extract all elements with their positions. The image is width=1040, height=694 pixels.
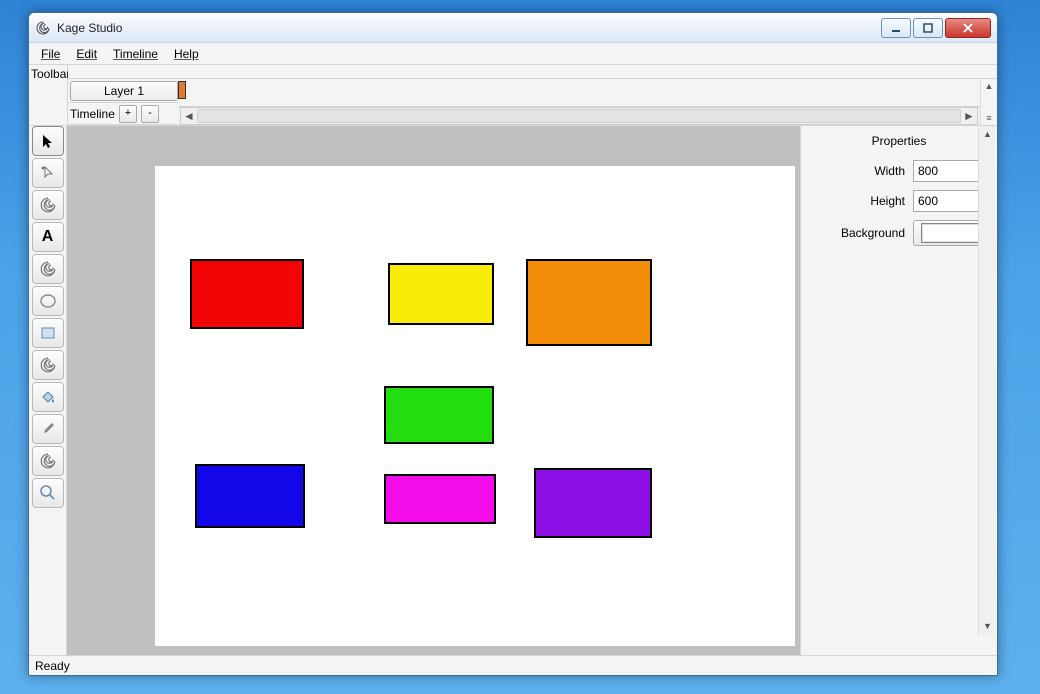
scroll-down-icon[interactable]: ▼ [979, 618, 996, 635]
shape-rectangle[interactable] [384, 386, 494, 444]
layer-row [68, 65, 997, 79]
titlebar: Kage Studio [29, 13, 997, 43]
shape-rectangle[interactable] [534, 468, 652, 538]
scroll-grip-icon[interactable]: ≡ [986, 113, 991, 123]
menu-edit[interactable]: Edit [70, 45, 103, 63]
timeline-remove-button[interactable]: - [141, 105, 159, 123]
app-window: Kage Studio File Edit Timeline Help Tool… [28, 12, 998, 676]
shape-rectangle[interactable] [190, 259, 304, 329]
timeline-add-button[interactable]: + [119, 105, 137, 123]
properties-title: Properties [809, 134, 989, 148]
background-swatch [921, 223, 981, 243]
tool-selection[interactable] [32, 126, 64, 156]
tool-fill[interactable] [32, 382, 64, 412]
properties-scrollbar[interactable]: ▲ ▼ [978, 126, 995, 635]
prop-height-label: Height [809, 194, 905, 208]
timeline-strip[interactable] [178, 79, 980, 107]
shape-rectangle[interactable] [195, 464, 305, 528]
timeline-scrollbar[interactable]: ◄ ► [180, 107, 978, 125]
scroll-left-icon[interactable]: ◄ [181, 109, 197, 123]
shape-rectangle[interactable] [526, 259, 652, 346]
scroll-up-icon[interactable]: ▲ [985, 81, 994, 91]
tool-spiral-4[interactable] [32, 446, 64, 476]
app-icon [35, 20, 51, 36]
tool-spiral-3[interactable] [32, 350, 64, 380]
properties-panel: Properties Width Height Background ▲ ▼ [800, 126, 997, 655]
main-area: A Properties Width Height [29, 126, 997, 655]
scroll-right-icon[interactable]: ► [961, 109, 977, 123]
window-buttons [881, 18, 991, 38]
tool-eyedropper[interactable] [32, 414, 64, 444]
tool-node[interactable] [32, 158, 64, 188]
timeline-label: Timeline [70, 107, 115, 121]
shape-rectangle[interactable] [384, 474, 496, 524]
menubar: File Edit Timeline Help [29, 43, 997, 65]
maximize-button[interactable] [913, 18, 943, 38]
toolbar-label: Toolbar [29, 65, 68, 125]
header-row: Toolbar Layer 1 Timeline + - [29, 65, 997, 126]
menu-timeline[interactable]: Timeline [107, 45, 164, 63]
tool-spiral-1[interactable] [32, 190, 64, 220]
stage-canvas[interactable] [155, 166, 795, 646]
menu-help[interactable]: Help [168, 45, 205, 63]
tool-text[interactable]: A [32, 222, 64, 252]
minimize-button[interactable] [881, 18, 911, 38]
canvas-viewport[interactable] [67, 126, 800, 655]
close-button[interactable] [945, 18, 991, 38]
shape-rectangle[interactable] [388, 263, 494, 325]
prop-background-label: Background [809, 226, 905, 240]
statusbar: Ready [29, 655, 997, 675]
current-frame-marker[interactable] [178, 81, 186, 99]
timeline-vertical-scroll[interactable]: ▲ ≡ [980, 79, 997, 125]
status-text: Ready [35, 659, 70, 673]
tool-rectangle[interactable] [32, 318, 64, 348]
tool-zoom[interactable] [32, 478, 64, 508]
tool-oval[interactable] [32, 286, 64, 316]
tool-spiral-2[interactable] [32, 254, 64, 284]
layer-panel: Layer 1 [68, 79, 178, 103]
layer-button[interactable]: Layer 1 [70, 81, 178, 101]
scroll-up-icon[interactable]: ▲ [979, 126, 996, 143]
scroll-track[interactable] [197, 109, 961, 123]
prop-width-label: Width [809, 164, 905, 178]
timeline-controls: Timeline + - [68, 103, 178, 125]
menu-file[interactable]: File [35, 45, 66, 63]
window-title: Kage Studio [57, 21, 881, 35]
toolbox: A [29, 126, 67, 655]
